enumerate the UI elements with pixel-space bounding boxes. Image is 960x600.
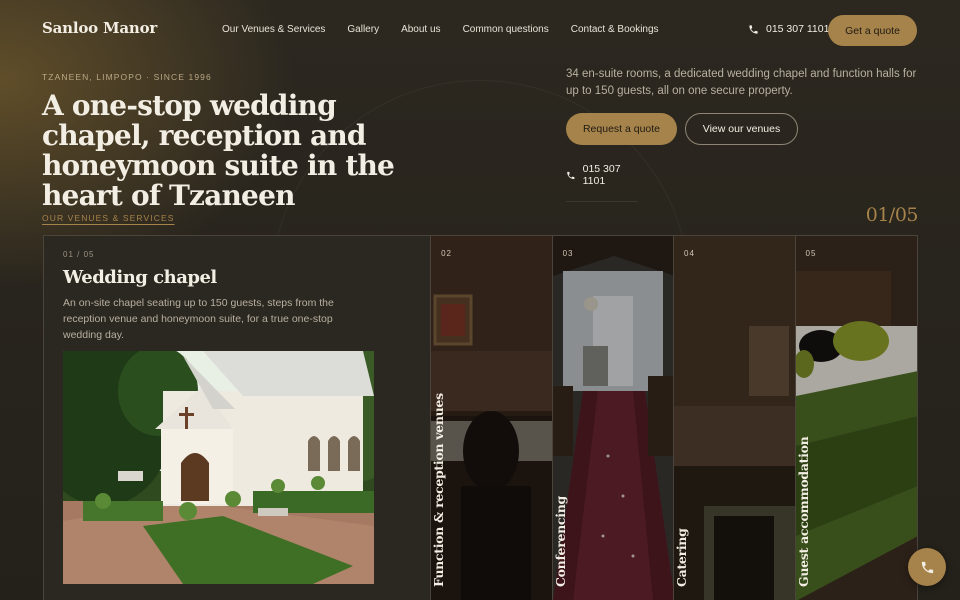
floating-call-button[interactable] [908, 548, 946, 586]
header-phone-number: 015 307 1101 [766, 23, 830, 35]
phone-icon [567, 171, 575, 179]
header-phone-link[interactable]: 015 307 1101 [748, 23, 829, 35]
strip-label: Function & reception venues [431, 393, 447, 587]
request-quote-button[interactable]: Request a quote [566, 113, 677, 145]
nav-contact-bookings[interactable]: Contact & Bookings [571, 24, 659, 35]
venue-card-wedding-chapel[interactable]: 01 / 05 Wedding chapel An on-site chapel… [44, 236, 432, 600]
phone-icon [749, 24, 758, 34]
card-title: Wedding chapel [63, 267, 217, 288]
hero-headline: A one-stop wedding chapel, reception and… [42, 89, 395, 212]
wedding-chapel-photo [63, 351, 374, 584]
strip-label: Guest accommodation [795, 436, 811, 587]
site-logo[interactable]: Sanloo Manor [42, 19, 157, 37]
hero-phone-number: 015 307 1101 [582, 163, 621, 187]
main-nav: Our Venues & Services Gallery About us C… [222, 24, 659, 35]
strip-label: Catering [674, 528, 690, 587]
venue-strip-function-reception[interactable]: 02 Function & reception venues [431, 236, 553, 600]
hero-lead: 34 en-suite rooms, a dedicated wedding c… [566, 68, 917, 97]
phone-icon [921, 561, 933, 573]
slide-counter: 01/05 [865, 204, 919, 226]
venue-strip-catering[interactable]: 04 Catering [674, 236, 796, 600]
nav-gallery[interactable]: Gallery [347, 24, 379, 35]
get-a-quote-button[interactable]: Get a quote [828, 15, 917, 46]
venue-strip-guest-accommodation[interactable]: 05 Guest accommodation [795, 236, 917, 600]
venues-section-link[interactable]: OUR VENUES & SERVICES [42, 213, 175, 223]
venue-carousel: 01 / 05 Wedding chapel An on-site chapel… [43, 235, 918, 600]
nav-venues-services[interactable]: Our Venues & Services [222, 24, 325, 35]
strip-number: 02 [441, 249, 453, 258]
card-description: An on-site chapel seating up to 150 gues… [63, 297, 334, 341]
nav-about-us[interactable]: About us [401, 24, 440, 35]
card-number: 01 / 05 [63, 250, 95, 259]
strip-number: 04 [684, 249, 695, 258]
strip-label: Conferencing [552, 496, 568, 587]
strip-number: 05 [805, 249, 817, 258]
hero-eyebrow: TZANEEN, LIMPOPO · SINCE 1996 [42, 72, 212, 82]
hero-phone-link[interactable]: 015 307 1101 [566, 163, 638, 202]
strip-number: 03 [562, 249, 574, 258]
nav-common-questions[interactable]: Common questions [463, 24, 549, 35]
venue-strip-conferencing[interactable]: 03 Conferencing [552, 236, 675, 600]
view-venues-button[interactable]: View our venues [685, 113, 798, 145]
